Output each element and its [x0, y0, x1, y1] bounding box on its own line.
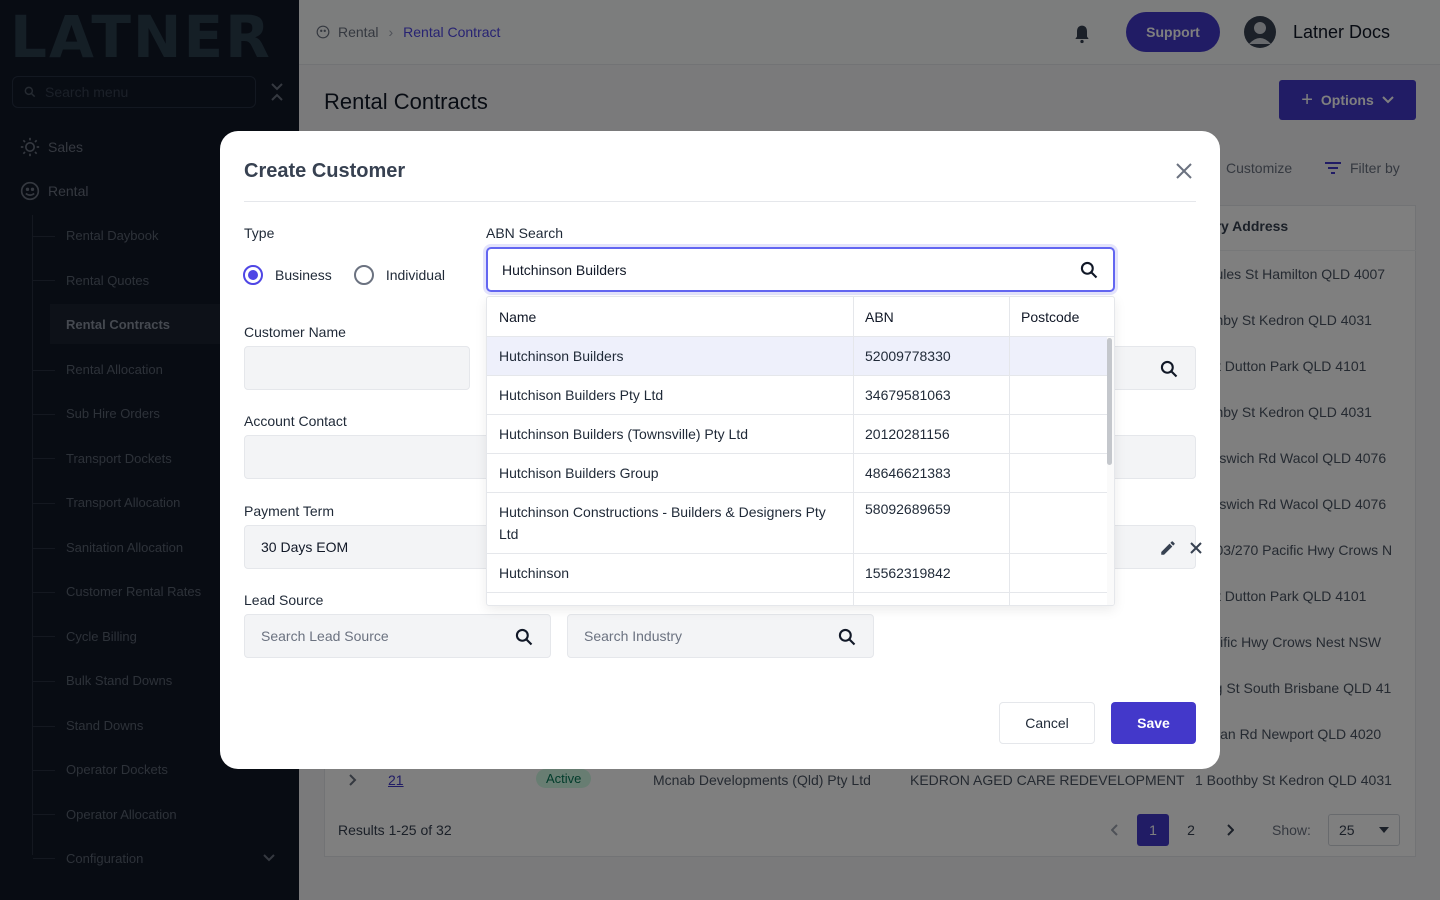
- result-row[interactable]: Hutchison Builders Group 48646621383: [487, 454, 1107, 493]
- result-row[interactable]: Hutchison Builders Pty Ltd 34679581063: [487, 376, 1107, 415]
- result-name: Hutchinson Constructions - Builders & De…: [499, 504, 826, 542]
- result-abn: 34679581063: [865, 387, 951, 403]
- column-separator: [853, 297, 854, 605]
- type-label: Type: [244, 225, 275, 241]
- result-postcode: [1009, 415, 1021, 453]
- result-abn: 20120281156: [865, 426, 950, 442]
- payment-term-value: 30 Days EOM: [261, 539, 349, 555]
- search-icon[interactable]: [1159, 359, 1179, 379]
- lead-source-field[interactable]: [244, 614, 551, 658]
- result-row[interactable]: Hutchinson Builders 52009778330: [487, 337, 1107, 376]
- result-name: Hutchinson: [499, 565, 570, 581]
- result-row[interactable]: Hutchinson Constructions - Builders & De…: [487, 493, 1107, 554]
- result-name: Hutchison Builders Group: [499, 465, 659, 481]
- result-name: Hutchinson Builders (Townsville) Pty Ltd: [499, 426, 748, 442]
- modal-divider: [244, 201, 1196, 202]
- search-icon[interactable]: [837, 627, 857, 647]
- payment-term-label: Payment Term: [244, 503, 334, 519]
- abn-search-field[interactable]: [486, 247, 1115, 292]
- account-contact-label: Account Contact: [244, 413, 347, 429]
- customer-name-field[interactable]: [244, 346, 470, 390]
- type-radio-group: Business Individual: [243, 265, 445, 285]
- edit-icon[interactable]: [1159, 539, 1177, 557]
- industry-input[interactable]: [584, 628, 816, 644]
- clear-icon[interactable]: [1189, 541, 1203, 555]
- result-abn: 52009778330: [865, 348, 951, 364]
- result-name: Hutchinson Builders: [499, 348, 624, 364]
- column-header-name: Name: [499, 308, 537, 325]
- business-radio[interactable]: [243, 265, 263, 285]
- result-postcode: [1009, 337, 1021, 375]
- result-postcode: [1009, 493, 1021, 553]
- search-icon[interactable]: [514, 627, 534, 647]
- search-icon[interactable]: [1079, 260, 1099, 280]
- customer-name-label: Customer Name: [244, 324, 346, 340]
- result-postcode: [1009, 454, 1021, 492]
- result-abn: 58092689659: [865, 501, 951, 517]
- industry-field[interactable]: [567, 614, 874, 658]
- cancel-button[interactable]: Cancel: [999, 702, 1095, 744]
- result-row[interactable]: Hutchinson Builders (Townsville) Pty Ltd…: [487, 415, 1107, 454]
- modal-title: Create Customer: [244, 160, 406, 182]
- column-separator: [1009, 297, 1010, 605]
- lead-source-input[interactable]: [261, 628, 493, 644]
- close-icon[interactable]: [1174, 161, 1194, 181]
- result-abn: 15562319842: [865, 565, 951, 581]
- individual-radio[interactable]: [353, 265, 374, 285]
- abn-search-label: ABN Search: [486, 225, 564, 241]
- abn-search-input[interactable]: [502, 261, 1062, 278]
- result-row[interactable]: Hutchinson 15562319842: [487, 554, 1107, 593]
- result-abn: 48646621383: [865, 465, 951, 481]
- column-header-abn: ABN: [865, 308, 894, 325]
- customer-name-input[interactable]: [261, 360, 428, 376]
- result-name: Hutchison Builders Pty Ltd: [499, 387, 664, 403]
- result-postcode: [1009, 554, 1021, 592]
- individual-radio-label[interactable]: Individual: [386, 267, 445, 283]
- results-table-header: Name ABN Postcode: [487, 297, 1114, 337]
- dropdown-scrollbar-thumb[interactable]: [1107, 338, 1112, 465]
- column-header-postcode: Postcode: [1021, 308, 1080, 325]
- business-radio-label[interactable]: Business: [275, 267, 332, 283]
- result-postcode: [1009, 376, 1021, 414]
- save-button[interactable]: Save: [1111, 702, 1196, 744]
- lead-source-label: Lead Source: [244, 592, 324, 608]
- create-customer-modal: Create Customer Type Business Individual…: [220, 131, 1220, 769]
- abn-results-dropdown: Name ABN Postcode Hutchinson Builders 52…: [486, 296, 1115, 606]
